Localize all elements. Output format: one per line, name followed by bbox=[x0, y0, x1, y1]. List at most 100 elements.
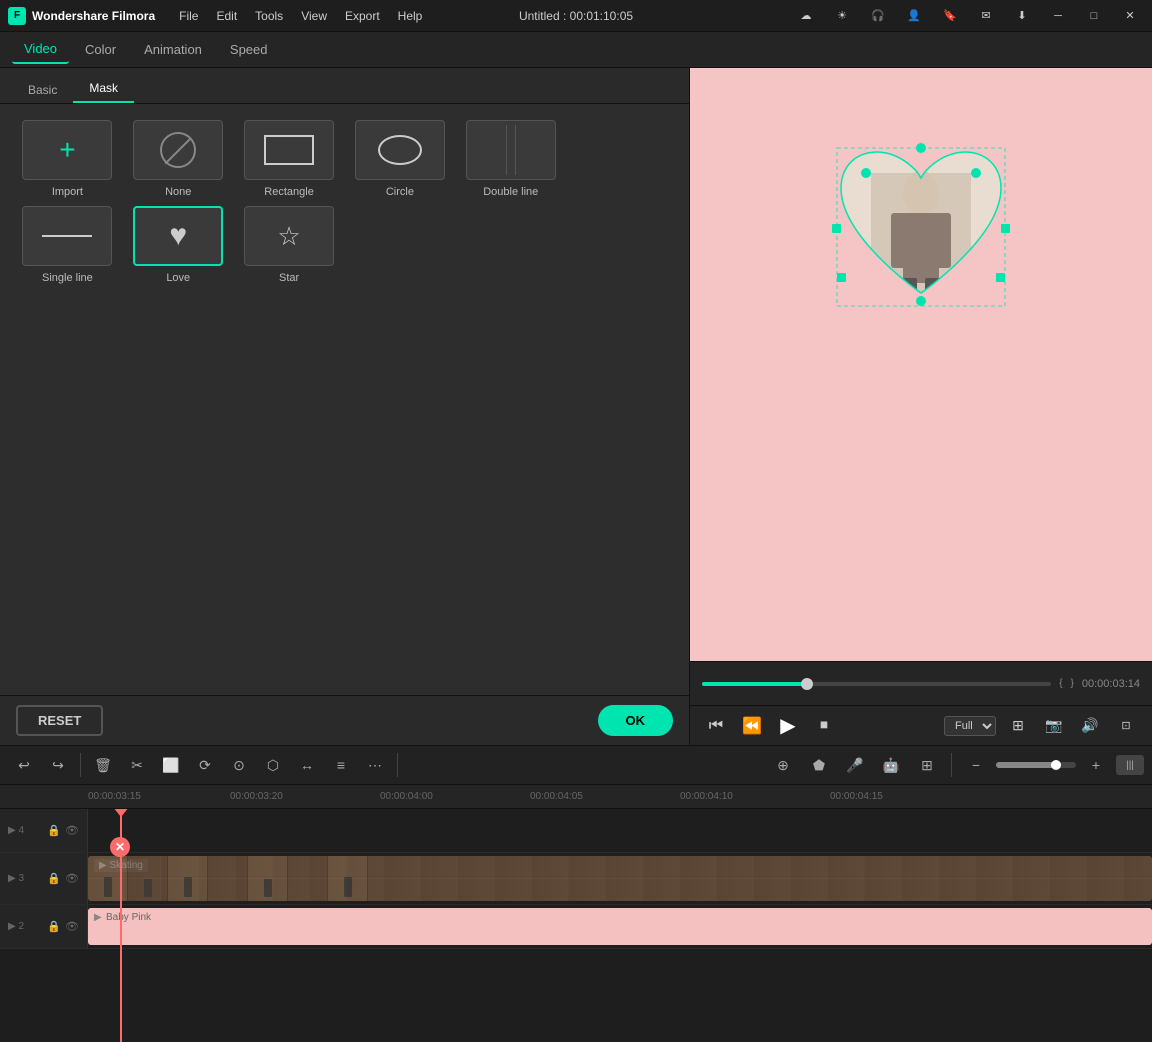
mask-none[interactable]: None bbox=[127, 120, 230, 198]
pink-clip-marker: ▶ bbox=[94, 912, 102, 923]
tab-video[interactable]: Video bbox=[12, 35, 69, 64]
logo-icon: F bbox=[8, 7, 26, 25]
menu-file[interactable]: File bbox=[171, 5, 206, 27]
mask-circle[interactable]: Circle bbox=[349, 120, 452, 198]
lock-icon-2[interactable]: 🔒 bbox=[47, 920, 61, 933]
menu-edit[interactable]: Edit bbox=[208, 5, 245, 27]
download-icon[interactable]: ⬇ bbox=[1008, 2, 1036, 30]
split-button[interactable]: ↔ bbox=[291, 749, 323, 781]
menu-tools[interactable]: Tools bbox=[247, 5, 291, 27]
skip-back-button[interactable]: ⏮ bbox=[702, 712, 730, 740]
track-body-3: ▶ Skating bbox=[88, 853, 1152, 904]
import-label: Import bbox=[52, 186, 83, 198]
eye-icon-2[interactable]: 👁 bbox=[65, 920, 79, 933]
snapshot-button[interactable]: 📷 bbox=[1040, 712, 1068, 740]
reset-button[interactable]: RESET bbox=[16, 705, 103, 736]
ai-button[interactable]: ⬡ bbox=[257, 749, 289, 781]
app-name: Wondershare Filmora bbox=[32, 9, 155, 23]
mail-icon[interactable]: ✉ bbox=[972, 2, 1000, 30]
skating-clip[interactable]: ▶ Skating bbox=[88, 856, 1152, 901]
maximize-button[interactable]: □ bbox=[1080, 2, 1108, 30]
sun-icon[interactable]: ☀ bbox=[828, 2, 856, 30]
volume-button[interactable]: 🔊 bbox=[1076, 712, 1104, 740]
fit-view-button[interactable]: ||| bbox=[1116, 755, 1144, 775]
none-icon bbox=[160, 132, 196, 168]
tab-speed[interactable]: Speed bbox=[218, 36, 280, 63]
progress-bar[interactable] bbox=[702, 682, 1051, 686]
pink-clip[interactable]: ▶ Baby Pink bbox=[88, 908, 1152, 945]
star-thumb: ☆ bbox=[244, 206, 334, 266]
stop-button[interactable]: ⏹ bbox=[810, 712, 838, 740]
bookmark-icon[interactable]: 🔖 bbox=[936, 2, 964, 30]
crop-button[interactable]: ⬜ bbox=[155, 749, 187, 781]
play-button[interactable]: ▶ bbox=[774, 712, 802, 740]
track-motion-button[interactable]: ⊕ bbox=[767, 749, 799, 781]
mask-grid-row1: + Import None Rectangle bbox=[16, 120, 673, 198]
eye-icon-4[interactable]: 👁 bbox=[65, 824, 79, 837]
minimize-button[interactable]: ─ bbox=[1044, 2, 1072, 30]
mask-love[interactable]: ♥ Love bbox=[127, 206, 230, 284]
cut-button[interactable]: ✂ bbox=[121, 749, 153, 781]
step-back-button[interactable]: ⏪ bbox=[738, 712, 766, 740]
love-thumb: ♥ bbox=[133, 206, 223, 266]
headphone-icon[interactable]: 🎧 bbox=[864, 2, 892, 30]
tab-animation[interactable]: Animation bbox=[132, 36, 214, 63]
frame-1 bbox=[88, 856, 128, 901]
crop2-button[interactable]: ⊞ bbox=[911, 749, 943, 781]
mask-button[interactable]: ⬟ bbox=[803, 749, 835, 781]
singleline-icon bbox=[42, 235, 92, 237]
mask-double-line[interactable]: Double line bbox=[459, 120, 562, 198]
adjust-button[interactable]: ≡ bbox=[325, 749, 357, 781]
dblline-label: Double line bbox=[483, 186, 538, 198]
cloud-icon[interactable]: ☁ bbox=[792, 2, 820, 30]
preview-area bbox=[690, 68, 1152, 661]
user-icon[interactable]: 👤 bbox=[900, 2, 928, 30]
zoom-plus-button[interactable]: + bbox=[1080, 749, 1112, 781]
menu-export[interactable]: Export bbox=[337, 5, 388, 27]
rect-thumb bbox=[244, 120, 334, 180]
close-button[interactable]: ✕ bbox=[1116, 2, 1144, 30]
zoom-out-button[interactable]: ⊡ bbox=[1112, 712, 1140, 740]
ruler-mark-3: 00:00:04:05 bbox=[530, 791, 583, 802]
bottom-section: ↩ ↪ 🗑 ✂ ⬜ ⟳ ⊙ ⬡ ↔ ≡ ⋯ ⊕ ⬟ 🎤 🤖 ⊞ − + ||| bbox=[0, 745, 1152, 1042]
quality-select[interactable]: Full 1/2 1/4 bbox=[944, 716, 996, 736]
handle-top-right bbox=[971, 168, 981, 178]
tab-color[interactable]: Color bbox=[73, 36, 128, 63]
menu-help[interactable]: Help bbox=[390, 5, 431, 27]
empty-thumb-3 bbox=[577, 206, 667, 266]
tab-mask[interactable]: Mask bbox=[73, 75, 134, 103]
delete-button[interactable]: 🗑 bbox=[87, 749, 119, 781]
handle-mid-left bbox=[832, 224, 841, 233]
speed-button[interactable]: ⊙ bbox=[223, 749, 255, 781]
handle-mid-right bbox=[1001, 224, 1010, 233]
lock-icon-4[interactable]: 🔒 bbox=[47, 824, 61, 837]
undo-button[interactable]: ↩ bbox=[8, 749, 40, 781]
zoom-minus-button[interactable]: − bbox=[960, 749, 992, 781]
timecode-bracket-right: } bbox=[1071, 678, 1074, 689]
lock-icon-3[interactable]: 🔒 bbox=[47, 872, 61, 885]
zoom-slider[interactable] bbox=[996, 762, 1076, 768]
ai-tools-button[interactable]: 🤖 bbox=[875, 749, 907, 781]
ruler-mark-5: 00:00:04:15 bbox=[830, 791, 883, 802]
audio-extract-button[interactable]: 🎤 bbox=[839, 749, 871, 781]
timeline-ruler: 00:00:03:15 00:00:03:20 00:00:04:00 00:0… bbox=[0, 785, 1152, 809]
mask-import[interactable]: + Import bbox=[16, 120, 119, 198]
mask-single-line[interactable]: Single line bbox=[16, 206, 119, 284]
fullscreen-button[interactable]: ⊞ bbox=[1004, 712, 1032, 740]
menu-view[interactable]: View bbox=[293, 5, 335, 27]
ok-button[interactable]: OK bbox=[598, 705, 674, 736]
rotate-button[interactable]: ⟳ bbox=[189, 749, 221, 781]
mask-rectangle[interactable]: Rectangle bbox=[238, 120, 341, 198]
redo-button[interactable]: ↪ bbox=[42, 749, 74, 781]
track-controls-3: 🔒 👁 bbox=[47, 872, 79, 885]
mask-star[interactable]: ☆ Star bbox=[238, 206, 341, 284]
toolbar: ↩ ↪ 🗑 ✂ ⬜ ⟳ ⊙ ⬡ ↔ ≡ ⋯ ⊕ ⬟ 🎤 🤖 ⊞ − + ||| bbox=[0, 745, 1152, 785]
tab-basic[interactable]: Basic bbox=[12, 77, 73, 103]
baby-pink-label: Baby Pink bbox=[106, 912, 151, 923]
frame-5 bbox=[248, 856, 288, 901]
empty-thumb-1 bbox=[355, 206, 445, 266]
audio-button[interactable]: ⋯ bbox=[359, 749, 391, 781]
mask-tabs: Basic Mask bbox=[0, 68, 689, 104]
eye-icon-3[interactable]: 👁 bbox=[65, 872, 79, 885]
frame-thumbs bbox=[88, 856, 1152, 901]
